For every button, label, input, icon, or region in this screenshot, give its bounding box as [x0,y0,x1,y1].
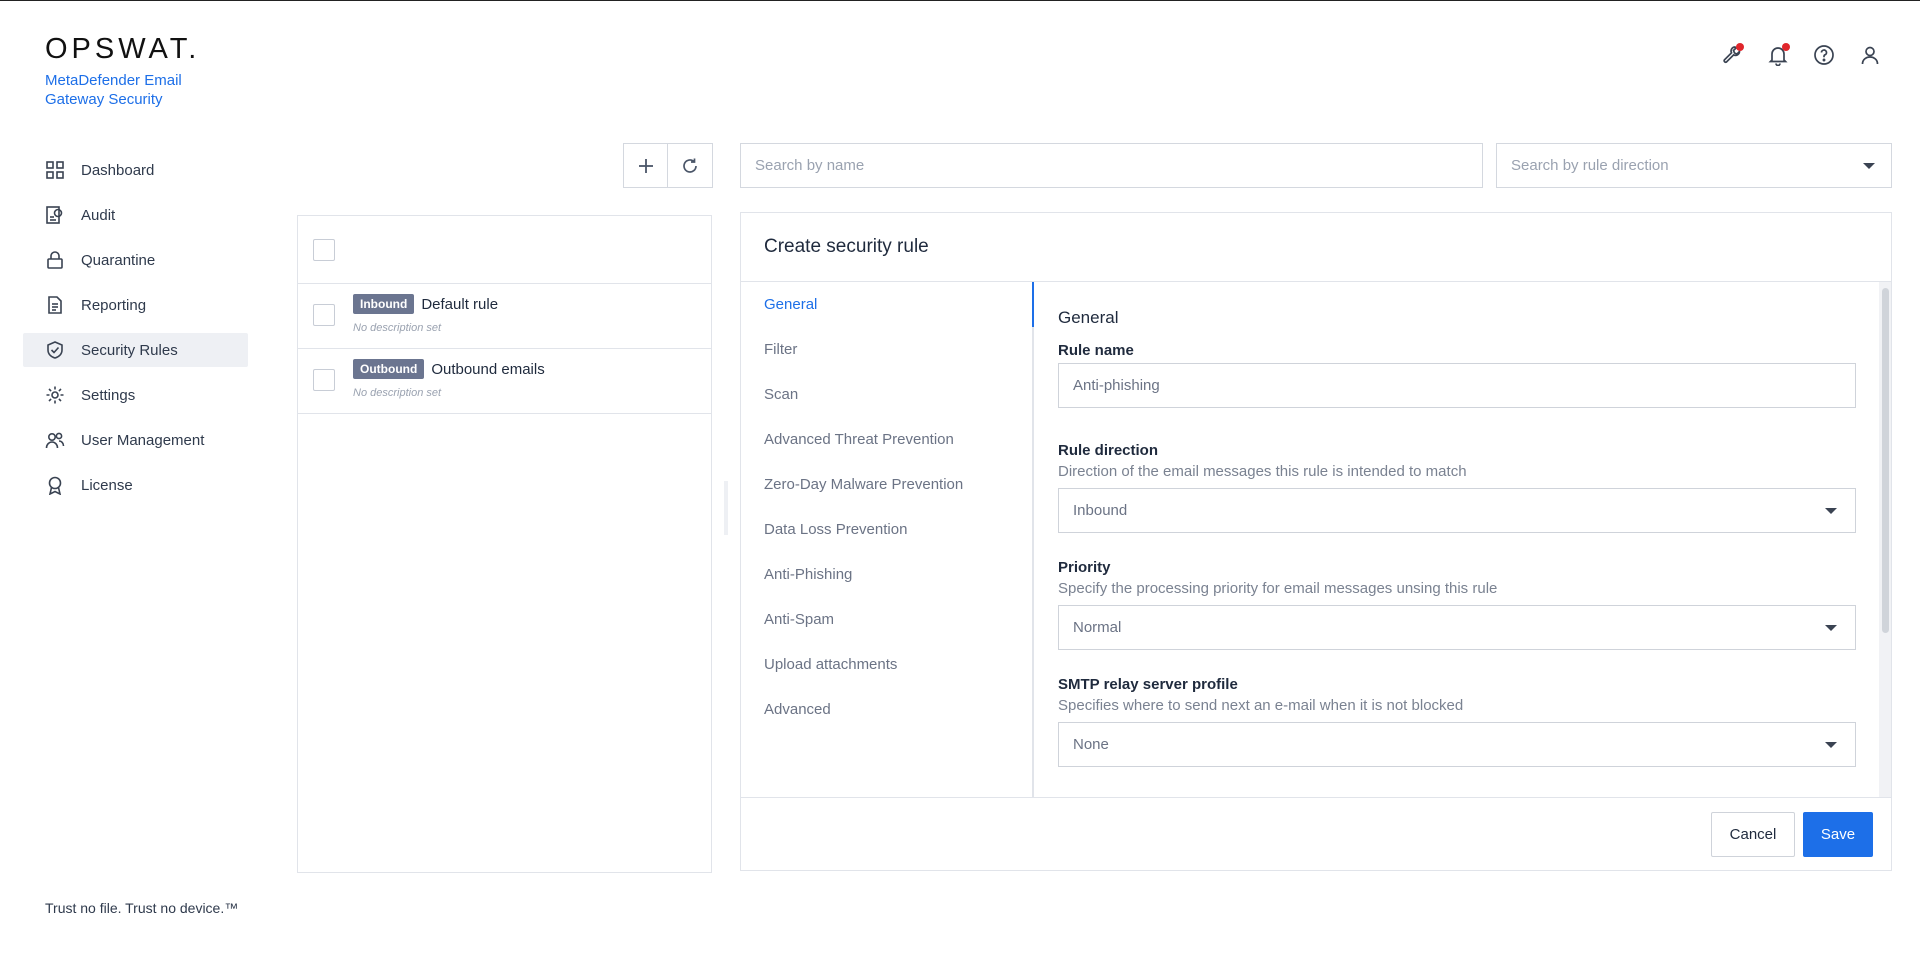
tab-general[interactable]: General [741,282,1034,327]
priority-label: Priority [1058,559,1111,576]
list-item[interactable]: Inbound Default rule No description set [298,284,711,349]
direction-badge: Outbound [353,359,425,379]
award-icon [45,475,65,495]
general-form: General Rule name Anti-phishing Rule dir… [1058,298,1856,793]
opswat-logo[interactable]: OPSWAT. [45,33,205,65]
rule-description: No description set [353,322,442,334]
rule-tabs: General Filter Scan Advanced Threat Prev… [741,282,1034,797]
chevron-down-icon [1825,624,1837,631]
notification-dot [1736,43,1744,51]
sidebar-item-dashboard[interactable]: Dashboard [23,153,248,187]
panel-splitter[interactable] [724,481,728,535]
scrollbar-thumb[interactable] [1882,288,1889,633]
rules-toolbar [623,143,713,188]
panel-footer: Cancel Save [741,797,1891,870]
sidebar-item-user-management[interactable]: User Management [23,423,248,457]
priority-help: Specify the processing priority for emai… [1058,580,1498,597]
save-button[interactable]: Save [1803,812,1873,857]
sidebar-item-label: Settings [81,386,136,404]
chevron-down-icon [1863,162,1875,169]
tagline: Trust no file. Trust no device.™ [45,900,239,916]
audit-icon [45,205,65,225]
gear-icon [45,385,65,405]
chevron-down-icon [1825,507,1837,514]
list-item[interactable]: Outbound Outbound emails No description … [298,349,711,414]
section-title: General [1058,308,1119,327]
sidebar-item-label: Reporting [81,296,147,314]
panel-title: Create security rule [741,213,1891,282]
sidebar-item-label: Security Rules [81,341,178,359]
rule-direction-placeholder: Search by rule direction [1511,157,1669,174]
tab-anti-phishing[interactable]: Anti-Phishing [741,552,1032,597]
tab-advanced[interactable]: Advanced [741,687,1032,732]
tab-zero-day-malware-prevention[interactable]: Zero-Day Malware Prevention [741,462,1032,507]
rules-list-header [298,216,711,284]
sidebar-item-settings[interactable]: Settings [23,378,248,412]
smtp-select[interactable]: None [1058,722,1856,767]
tab-data-loss-prevention[interactable]: Data Loss Prevention [741,507,1032,552]
rule-direction-value: Inbound [1073,502,1128,519]
header-actions [1718,41,1884,69]
tab-upload-attachments[interactable]: Upload attachments [741,642,1032,687]
sidebar-nav: Dashboard Audit Quarantine Reporting Sec… [23,153,248,513]
tab-advanced-threat-prevention[interactable]: Advanced Threat Prevention [741,417,1032,462]
sidebar-item-security-rules[interactable]: Security Rules [23,333,248,367]
refresh-button[interactable] [668,143,713,188]
users-icon [45,430,65,450]
help-icon[interactable] [1810,41,1838,69]
tab-scan[interactable]: Scan [741,372,1032,417]
bell-icon[interactable] [1764,41,1792,69]
rule-name-label: Rule name [1058,342,1134,359]
tab-anti-spam[interactable]: Anti-Spam [741,597,1032,642]
rule-name: Outbound emails [431,360,545,378]
grid-icon [45,160,65,180]
sidebar-item-label: User Management [81,431,205,449]
select-all-checkbox[interactable] [313,239,335,261]
rule-description: No description set [353,387,442,399]
rule-direction-select[interactable]: Inbound [1058,488,1856,533]
rule-direction-help: Direction of the email messages this rul… [1058,463,1467,480]
rule-direction-filter[interactable]: Search by rule direction [1496,143,1892,188]
smtp-label: SMTP relay server profile [1058,676,1238,693]
search-input[interactable]: Search by name [740,143,1483,188]
direction-badge: Inbound [353,294,415,314]
smtp-help: Specifies where to send next an e-mail w… [1058,697,1464,714]
sidebar-item-label: Quarantine [81,251,156,269]
sidebar-item-audit[interactable]: Audit [23,198,248,232]
rule-direction-label: Rule direction [1058,442,1159,459]
document-icon [45,295,65,315]
sidebar-item-label: License [81,476,133,494]
sidebar-item-label: Dashboard [81,161,155,179]
rule-checkbox[interactable] [313,369,335,391]
sidebar-item-license[interactable]: License [23,468,248,502]
add-rule-button[interactable] [623,143,668,188]
brand: OPSWAT. MetaDefender Email Gateway Secur… [45,33,205,109]
plus-icon [638,158,653,173]
rule-checkbox[interactable] [313,304,335,326]
rule-name: Default rule [421,295,499,313]
shield-check-icon [45,340,65,360]
user-icon[interactable] [1856,41,1884,69]
rules-list: Inbound Default rule No description set … [297,215,712,873]
lock-icon [45,250,65,270]
sidebar-item-quarantine[interactable]: Quarantine [23,243,248,277]
tab-filter[interactable]: Filter [741,327,1032,372]
sidebar-item-reporting[interactable]: Reporting [23,288,248,322]
cancel-button[interactable]: Cancel [1711,812,1795,857]
notification-dot [1782,43,1790,51]
priority-value: Normal [1073,619,1122,636]
create-rule-panel: Create security rule General Filter Scan… [740,212,1892,871]
wrench-icon[interactable] [1718,41,1746,69]
product-name: MetaDefender Email Gateway Security [45,72,182,108]
refresh-icon [683,158,697,173]
rule-name-field[interactable]: Anti-phishing [1058,363,1856,408]
chevron-down-icon [1825,741,1837,748]
priority-select[interactable]: Normal [1058,605,1856,650]
smtp-value: None [1073,736,1109,753]
sidebar-item-label: Audit [81,206,116,224]
